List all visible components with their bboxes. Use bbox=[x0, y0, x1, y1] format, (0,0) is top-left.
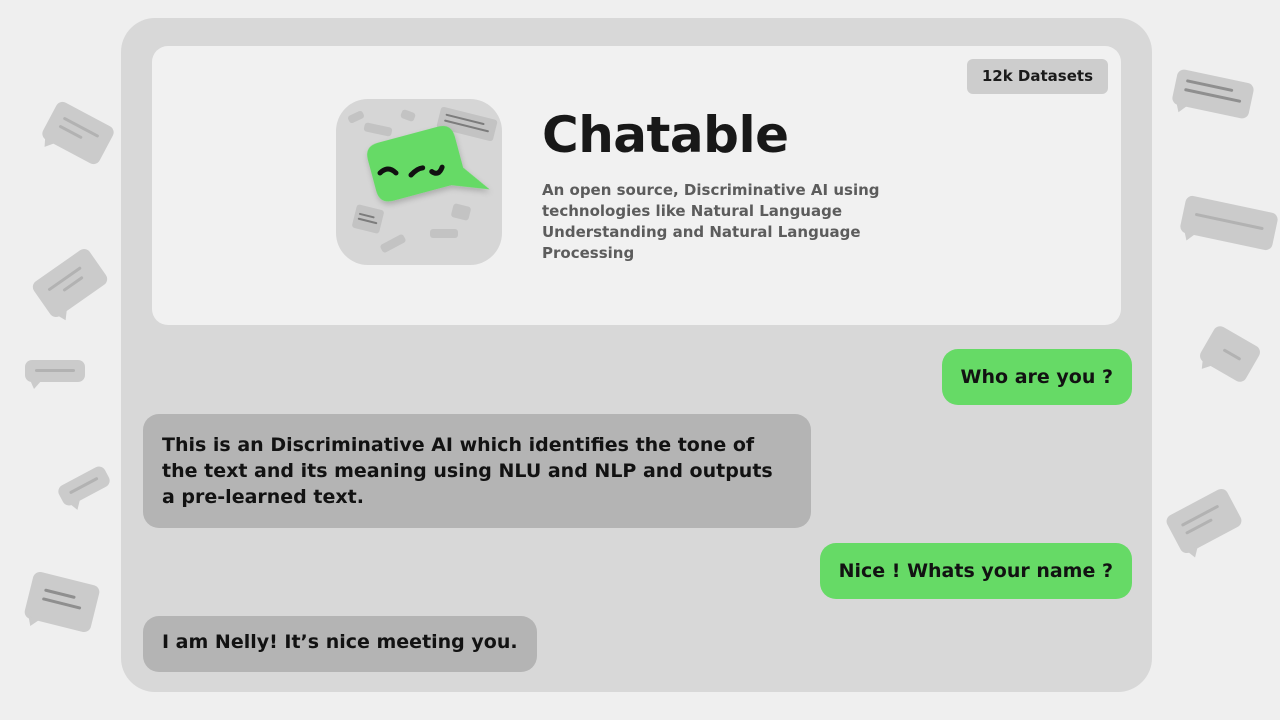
chat-bubble-icon bbox=[1179, 194, 1279, 252]
chat-bubble-smile-icon bbox=[336, 99, 502, 265]
chat-bubble-icon bbox=[25, 360, 85, 389]
bot-message: This is an Discriminative AI which ident… bbox=[143, 414, 811, 528]
app-description: An open source, Discriminative AI using … bbox=[542, 181, 880, 262]
app-title: Chatable bbox=[542, 106, 789, 164]
datasets-badge: 12k Datasets bbox=[966, 59, 1108, 94]
chat-bubble-icon bbox=[1171, 68, 1255, 120]
bot-message: I am Nelly! It’s nice meeting you. bbox=[143, 616, 537, 672]
chat-bubble-icon bbox=[1197, 323, 1263, 385]
chat-bubble-icon bbox=[55, 464, 113, 508]
user-message: Nice ! Whats your name ? bbox=[819, 543, 1132, 599]
chat-bubble-icon bbox=[30, 246, 110, 320]
chat-bubble-icon bbox=[39, 99, 117, 167]
app-header-card: 12k Datasets Chatable An open source, Di… bbox=[152, 46, 1121, 325]
user-message: Who are you ? bbox=[941, 349, 1132, 405]
main-panel: 12k Datasets Chatable An open source, Di… bbox=[121, 18, 1152, 692]
chat-bubble-icon bbox=[1164, 486, 1244, 556]
chat-bubble-icon bbox=[23, 570, 101, 634]
